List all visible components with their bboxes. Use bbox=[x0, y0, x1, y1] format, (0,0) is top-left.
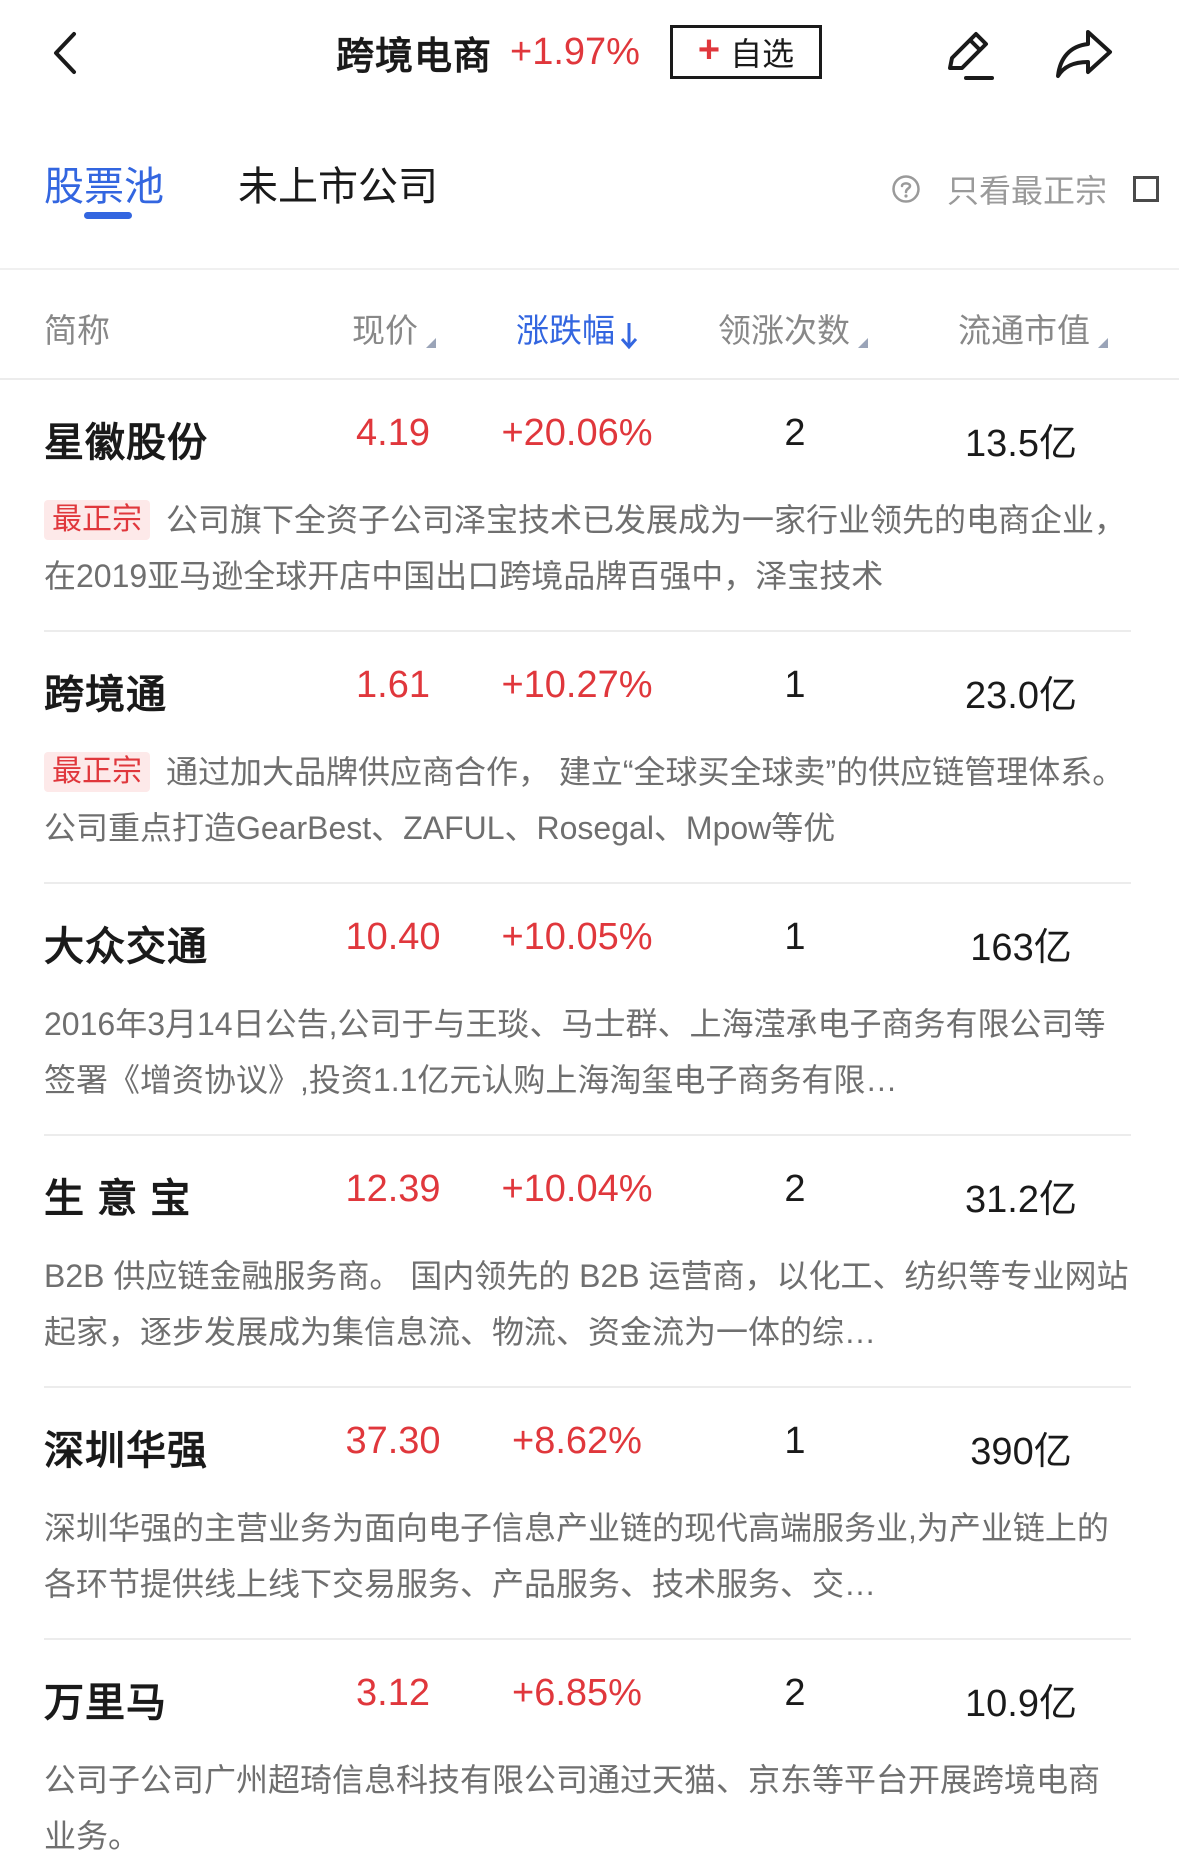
stock-market-cap: 163亿 bbox=[970, 927, 1072, 969]
stock-row[interactable]: 跨境通 1.61 +10.27% 1 23.0亿 最正宗 通过加大品牌供应商合作，… bbox=[0, 632, 1179, 884]
sort-triangle-icon bbox=[426, 338, 436, 348]
stock-lead-count: 1 bbox=[784, 1420, 806, 1462]
stock-change: +10.05% bbox=[501, 916, 653, 958]
stock-lead-count: 2 bbox=[784, 1168, 806, 1210]
stock-price: 1.61 bbox=[356, 664, 430, 706]
only-authentic-label: 只看最正宗 bbox=[946, 173, 1107, 209]
stock-name: 万里马 bbox=[44, 1681, 167, 1725]
top-bar: 跨境电商 +1.97% + 自选 bbox=[0, 0, 1179, 104]
sort-triangle-icon bbox=[858, 338, 868, 348]
authentic-badge: 最正宗 bbox=[44, 752, 150, 792]
share-button[interactable] bbox=[1052, 24, 1116, 84]
stock-price: 3.12 bbox=[356, 1672, 430, 1714]
stock-change: +10.04% bbox=[501, 1168, 653, 1210]
stock-market-cap: 13.5亿 bbox=[965, 423, 1077, 465]
stock-lead-count: 2 bbox=[784, 412, 806, 454]
active-tab-indicator bbox=[84, 212, 132, 219]
page-title: 跨境电商 bbox=[336, 35, 493, 78]
sort-triangle-icon bbox=[1098, 338, 1108, 348]
stock-change: +20.06% bbox=[501, 412, 653, 454]
stock-change: +10.27% bbox=[501, 664, 653, 706]
stock-lead-count: 1 bbox=[784, 664, 806, 706]
chevron-left-icon bbox=[54, 32, 76, 74]
stock-description-text: 公司旗下全资子公司泽宝技术已发展成为一家行业领先的电商企业，在2019亚马逊全球… bbox=[44, 502, 1127, 594]
stock-name: 星徽股份 bbox=[44, 421, 208, 465]
stock-row[interactable]: 星徽股份 4.19 +20.06% 2 13.5亿 最正宗 公司旗下全资子公司泽宝… bbox=[0, 380, 1179, 632]
add-favorite-button[interactable]: + 自选 bbox=[669, 25, 822, 79]
stock-lead-count: 2 bbox=[784, 1672, 806, 1714]
stock-price: 4.19 bbox=[356, 412, 430, 454]
only-authentic-checkbox[interactable] bbox=[1133, 176, 1159, 202]
stock-description: 最正宗 公司旗下全资子公司泽宝技术已发展成为一家行业领先的电商企业，在2019亚马… bbox=[44, 492, 1131, 604]
stock-row[interactable]: 万里马 3.12 +6.85% 2 10.9亿 公司子公司广州超琦信息科技有限公… bbox=[0, 1640, 1179, 1858]
stock-change: +6.85% bbox=[512, 1672, 642, 1714]
stock-name: 深圳华强 bbox=[44, 1429, 208, 1473]
plus-icon: + bbox=[697, 29, 721, 71]
stock-row[interactable]: 生 意 宝 12.39 +10.04% 2 31.2亿 B2B 供应链金融服务商… bbox=[0, 1136, 1179, 1388]
stock-change: +8.62% bbox=[512, 1420, 642, 1462]
stock-description: 深圳华强的主营业务为面向电子信息产业链的现代高端服务业,为产业链上的各环节提供线… bbox=[44, 1510, 1109, 1602]
stock-description-text: 通过加大品牌供应商合作， 建立“全球买全球卖”的供应链管理体系。公司重点打造Ge… bbox=[44, 754, 1125, 846]
column-lead-label: 领涨次数 bbox=[718, 312, 850, 349]
stock-lead-count: 1 bbox=[784, 916, 806, 958]
stock-market-cap: 31.2亿 bbox=[965, 1179, 1077, 1221]
stock-description: B2B 供应链金融服务商。 国内领先的 B2B 运营商，以化工、纺织等专业网站起… bbox=[44, 1258, 1129, 1350]
column-change-sort[interactable]: 涨跌幅 bbox=[516, 304, 639, 352]
stock-list: 星徽股份 4.19 +20.06% 2 13.5亿 最正宗 公司旗下全资子公司泽宝… bbox=[0, 380, 1179, 1858]
stock-price: 12.39 bbox=[345, 1168, 441, 1210]
column-price-sort[interactable]: 现价 bbox=[352, 304, 436, 352]
only-authentic-filter[interactable]: 只看最正宗 bbox=[891, 166, 1159, 212]
stock-name: 生 意 宝 bbox=[44, 1177, 192, 1221]
add-favorite-label: 自选 bbox=[730, 36, 795, 72]
column-header: 简称 现价 涨跌幅 领涨次数 流通市值 bbox=[0, 270, 1179, 380]
column-change-label: 涨跌幅 bbox=[516, 312, 615, 349]
stock-description: 2016年3月14日公告,公司于与王琰、马士群、上海滢承电子商务有限公司等签署《… bbox=[44, 1006, 1106, 1098]
column-market-cap-sort[interactable]: 流通市值 bbox=[958, 304, 1108, 352]
column-name: 简称 bbox=[44, 304, 110, 352]
tab-bar: 股票池 未上市公司 只看最正宗 bbox=[0, 130, 1179, 230]
column-price-label: 现价 bbox=[352, 312, 418, 349]
stock-name: 跨境通 bbox=[44, 673, 167, 717]
stock-market-cap: 10.9亿 bbox=[965, 1683, 1077, 1725]
tab-stock-pool[interactable]: 股票池 bbox=[44, 154, 164, 212]
sort-down-arrow-icon bbox=[620, 323, 638, 350]
back-button[interactable] bbox=[44, 26, 88, 80]
stock-description: 公司子公司广州超琦信息科技有限公司通过天猫、京东等平台开展跨境电商业务。 bbox=[44, 1762, 1101, 1854]
stock-market-cap: 23.0亿 bbox=[965, 675, 1077, 717]
sector-change-pct: +1.97% bbox=[510, 30, 640, 73]
column-name-label: 简称 bbox=[44, 312, 110, 349]
stock-name: 大众交通 bbox=[44, 925, 208, 969]
stock-row[interactable]: 大众交通 10.40 +10.05% 1 163亿 2016年3月14日公告,公… bbox=[0, 884, 1179, 1136]
column-cap-label: 流通市值 bbox=[958, 312, 1090, 349]
stock-price: 37.30 bbox=[345, 1420, 441, 1462]
stock-market-cap: 390亿 bbox=[970, 1431, 1072, 1473]
title-group: 跨境电商 +1.97% + 自选 bbox=[336, 20, 822, 84]
stock-price: 10.40 bbox=[345, 916, 441, 958]
column-lead-count-sort[interactable]: 领涨次数 bbox=[718, 304, 868, 352]
tab-unlisted-companies[interactable]: 未上市公司 bbox=[238, 154, 438, 212]
edit-button[interactable] bbox=[938, 24, 998, 84]
stock-row[interactable]: 深圳华强 37.30 +8.62% 1 390亿 深圳华强的主营业务为面向电子信… bbox=[0, 1388, 1179, 1640]
stock-description: 最正宗 通过加大品牌供应商合作， 建立“全球买全球卖”的供应链管理体系。公司重点打… bbox=[44, 744, 1131, 856]
authentic-badge: 最正宗 bbox=[44, 500, 150, 540]
pencil-icon bbox=[948, 32, 994, 80]
share-arrow-icon bbox=[1056, 30, 1112, 78]
help-icon[interactable] bbox=[891, 174, 921, 204]
